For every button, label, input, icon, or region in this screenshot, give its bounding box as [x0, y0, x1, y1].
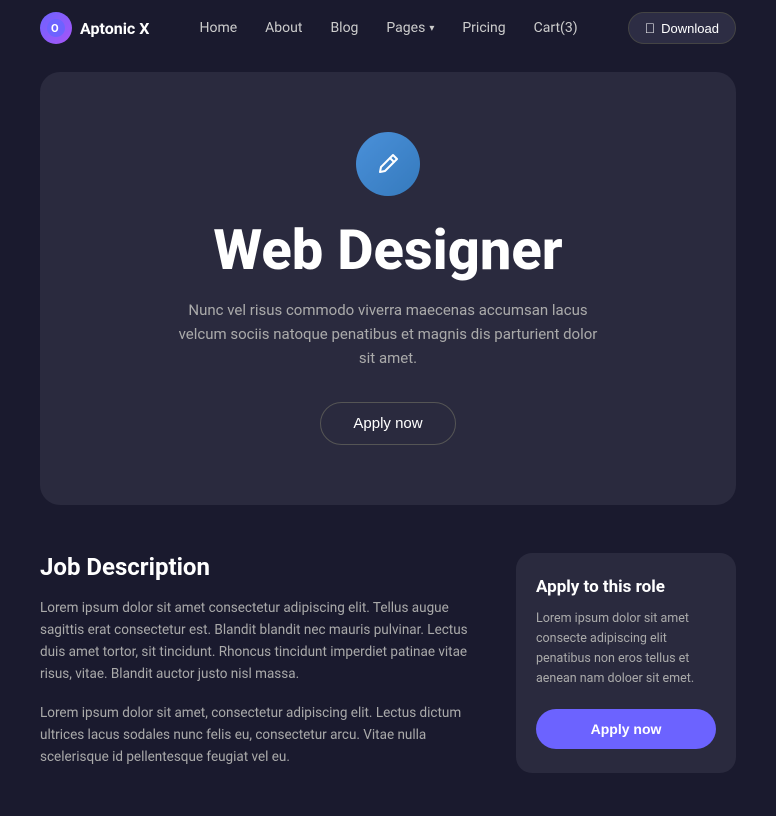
nav-home[interactable]: Home: [199, 20, 237, 36]
hero-section: Web Designer Nunc vel risus commodo vive…: [40, 72, 736, 505]
nav-pricing[interactable]: Pricing: [462, 20, 505, 36]
hero-title: Web Designer: [213, 220, 562, 282]
main-content: Job Description Lorem ipsum dolor sit am…: [0, 521, 776, 816]
job-description-section: Job Description Lorem ipsum dolor sit am…: [40, 553, 492, 785]
apply-card-description: Lorem ipsum dolor sit amet consecte adip…: [536, 609, 716, 689]
nav-pages[interactable]: Pages ▾: [386, 20, 434, 36]
job-description-title: Job Description: [40, 553, 492, 581]
svg-text:O: O: [51, 22, 59, 35]
nav-blog[interactable]: Blog: [330, 20, 358, 36]
hero-description: Nunc vel risus commodo viverra maecenas …: [178, 298, 598, 370]
logo[interactable]: O Aptonic X: [40, 12, 149, 44]
apple-icon: : [645, 20, 656, 36]
job-description-paragraph-1: Lorem ipsum dolor sit amet consectetur a…: [40, 597, 492, 686]
logo-text: Aptonic X: [80, 19, 149, 38]
job-description-paragraph-2: Lorem ipsum dolor sit amet, consectetur …: [40, 702, 492, 769]
apply-card-button[interactable]: Apply now: [536, 709, 716, 749]
navigation: O Aptonic X Home About Blog Pages ▾ Pric…: [0, 0, 776, 56]
hero-icon: [356, 132, 420, 196]
nav-cart[interactable]: Cart(3): [534, 20, 578, 36]
nav-links: Home About Blog Pages ▾ Pricing Cart(3): [199, 20, 577, 36]
chevron-down-icon: ▾: [429, 23, 434, 34]
apply-card: Apply to this role Lorem ipsum dolor sit…: [516, 553, 736, 773]
hero-apply-button[interactable]: Apply now: [320, 402, 455, 445]
nav-about[interactable]: About: [265, 20, 302, 36]
logo-icon: O: [40, 12, 72, 44]
apply-card-title: Apply to this role: [536, 577, 716, 597]
download-button[interactable]:  Download: [628, 12, 736, 44]
